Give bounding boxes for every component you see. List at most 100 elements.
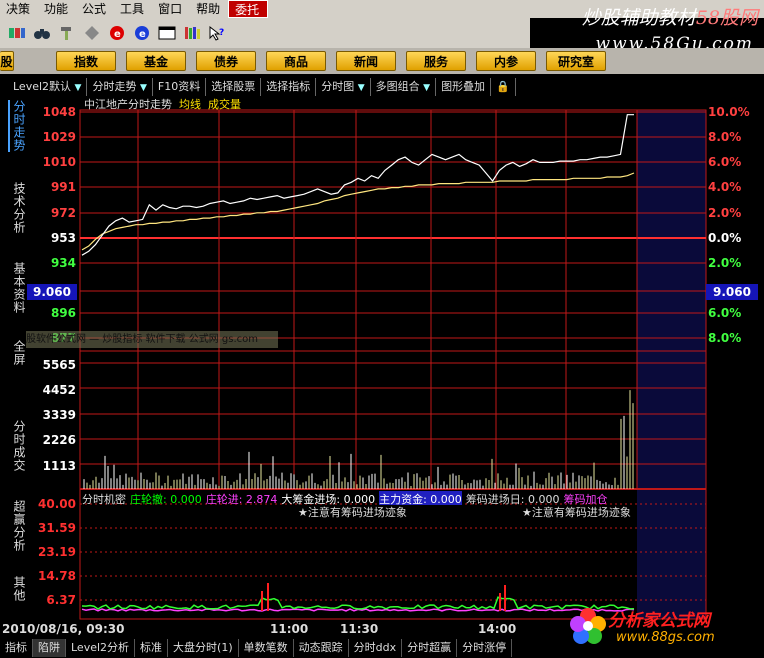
chart-frame [79,109,707,620]
pct-tick: 0.0% [708,231,742,245]
future-zone [637,110,706,619]
volume-tick: 2226 [42,433,76,447]
volume-tick: 3339 [42,408,76,422]
nav-fund[interactable]: 基金 [126,51,186,71]
btab-market[interactable]: 大盘分时(1) [168,639,239,657]
grey-diamond-icon[interactable] [83,24,101,42]
btab-trap[interactable]: 陷阱 [33,639,66,657]
pct-tick: 8.0% [708,130,742,144]
blocks-icon[interactable] [8,24,26,42]
dropdown-arrow-icon: ▼ [357,83,365,93]
tab-level2-default[interactable]: Level2默认 ▼ [8,78,88,96]
menu-window[interactable]: 窗口 [152,0,190,18]
tab-intraday-chart[interactable]: 分时图 ▼ [316,78,371,96]
pct-tick: 10.0% [708,105,750,119]
chart-title: 中江地产分时走势 [84,98,172,111]
volume-tick: 4452 [42,383,76,397]
legend-item: 筹码加仓 [563,493,608,506]
nav-stock[interactable]: 股 [0,51,14,71]
price-tick: 1010 [42,155,76,169]
binoculars-icon[interactable] [33,24,51,42]
dropdown-arrow-icon: ▼ [423,83,431,93]
tab-overlay[interactable]: 图形叠加 [436,78,492,96]
overlay-watermark: 股软件公式网 — 炒股指标 软件下载 公式网 gs.com [26,331,278,348]
tab-f10[interactable]: F10资料 [153,78,207,96]
menu-trade[interactable]: 委托 [228,0,269,18]
indicator-tick: 40.00 [38,497,76,511]
volume-tick: 1113 [42,459,76,473]
legend-item: 庄轮进: 2.874 [205,493,278,506]
svg-text:?: ? [219,28,224,38]
dropdown-arrow-icon: ▼ [74,83,82,93]
side-tab-bar [0,96,9,638]
pct-tick: 8.0% [708,331,742,345]
price-tick: 934 [50,256,76,270]
legend-item: 分时机密 [82,493,126,506]
nav-bond[interactable]: 债券 [196,51,256,71]
pct-tick: 6.0% [708,155,742,169]
volume-tick: 5565 [42,358,76,372]
vol-label: 成交量 [208,98,241,111]
indicator-tick: 6.37 [46,593,76,607]
indicator-tick: 23.19 [38,545,76,559]
btab-tracking[interactable]: 动态跟踪 [294,639,349,657]
average-price-line [81,172,635,251]
current-price-box: 9.060 [27,284,77,300]
price-tick: 896 [50,306,76,320]
time-tick: 14:00 [478,622,517,636]
price-tick: 991 [50,180,76,194]
pct-tick: 2.0% [708,256,742,270]
nav-service[interactable]: 服务 [406,51,466,71]
nav-commodity[interactable]: 商品 [266,51,326,71]
alert-text: ★注意有筹码进场迹象 [298,506,407,519]
svg-text:e: e [139,29,146,40]
indicator-tick: 14.78 [38,569,76,583]
menu-help[interactable]: 帮助 [190,0,228,18]
nav-news[interactable]: 新闻 [336,51,396,71]
tab-select-indicator[interactable]: 选择指标 [261,78,317,96]
blue-disc-icon[interactable]: e [133,24,151,42]
logo-url: www.88gs.com [616,630,715,645]
btab-limitup[interactable]: 分时涨停 [457,639,513,657]
legend-item: 主力资金: 0.000 [379,491,462,506]
legend-item: 大筹金进场: 0.000 [281,493,376,506]
btab-level2[interactable]: Level2分析 [66,639,136,657]
lock-icon[interactable]: 🔒 [491,78,516,96]
menu-tools[interactable]: 工具 [114,0,152,18]
indicator-line-magenta [81,608,635,612]
tab-multi-chart[interactable]: 多图组合 ▼ [371,78,437,96]
btab-standard[interactable]: 标准 [135,639,169,657]
indicator-line-green [81,596,635,610]
current-price-box-right: 9.060 [706,284,758,300]
nav-research[interactable]: 研究室 [546,51,606,71]
pct-tick: 4.0% [708,180,742,194]
nav-insider[interactable]: 内参 [476,51,536,71]
menu-formula[interactable]: 公式 [76,0,114,18]
logo-text: 分析家公式网 [608,611,710,631]
btab-indicator[interactable]: 指标 [0,639,33,657]
indicator-legend: 分时机密 庄轮撤: 0.000 庄轮进: 2.874 大筹金进场: 0.000 … [82,491,608,506]
brand-text: 炒股辅助教材 [581,7,696,29]
btab-superwin[interactable]: 分时超赢 [402,639,458,657]
btab-order-count[interactable]: 单数笔数 [239,639,294,657]
menu-function[interactable]: 功能 [38,0,76,18]
chart-title-bar: 中江地产分时走势 均线 成交量 [84,96,241,112]
tab-select-stock[interactable]: 选择股票 [206,78,262,96]
help-pointer-icon[interactable]: ? [208,24,226,42]
btab-ddx[interactable]: 分时ddx [349,639,403,657]
price-line [81,114,634,256]
tab-intraday[interactable]: 分时走势 ▼ [87,78,153,96]
ma-label: 均线 [179,98,201,111]
books-icon[interactable] [183,24,201,42]
price-tick: 953 [50,231,76,245]
nav-index[interactable]: 指数 [56,51,116,71]
hammer-icon[interactable] [58,24,76,42]
window-icon[interactable] [158,24,176,42]
brand-accent: 58股网 [695,7,758,29]
time-tick: 11:30 [340,622,379,636]
price-tick: 972 [50,206,76,220]
menu-decision[interactable]: 决策 [0,0,38,18]
red-disc-icon[interactable]: e [108,24,126,42]
svg-text:e: e [114,29,121,40]
pct-tick: 6.0% [708,306,742,320]
